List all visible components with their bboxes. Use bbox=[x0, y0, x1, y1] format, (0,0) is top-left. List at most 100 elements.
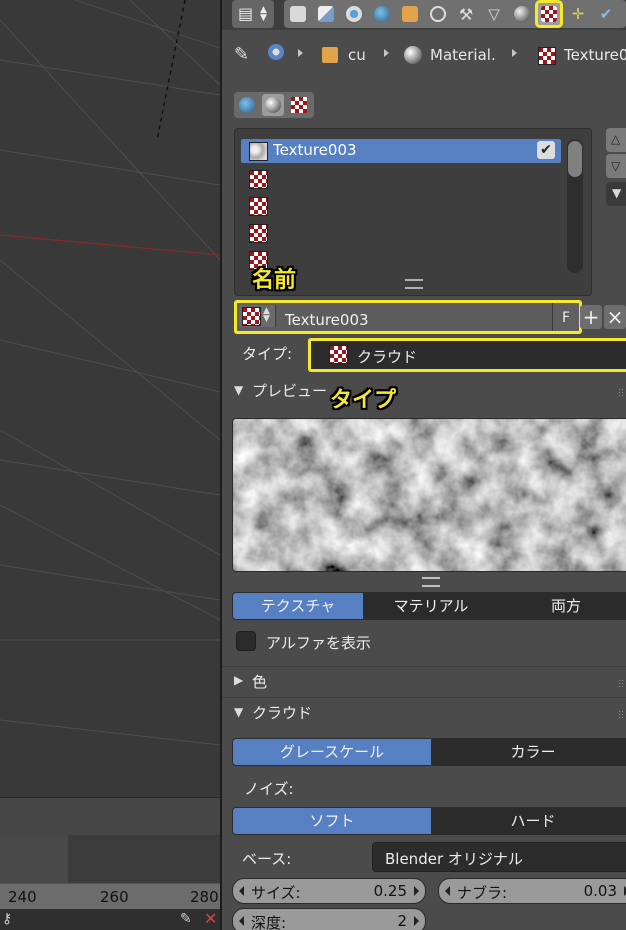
tab-particles[interactable]: ✛ bbox=[567, 2, 589, 26]
depth-label: 深度: bbox=[251, 914, 287, 930]
breadcrumb-object[interactable]: cu bbox=[348, 46, 366, 64]
breadcrumb: ✎ cu Material. Texture0 bbox=[222, 38, 626, 72]
color-panel-header[interactable]: ▶ 色 bbox=[222, 666, 626, 695]
texture-name-field[interactable]: ▲ ▼ Texture003 F bbox=[234, 300, 582, 334]
tab-constraints[interactable] bbox=[427, 2, 449, 26]
tick-label: 260 bbox=[100, 888, 129, 906]
grayscale-toggle[interactable]: グレースケール bbox=[232, 738, 432, 766]
texture-checker-icon bbox=[249, 197, 268, 216]
clouds-panel-header[interactable]: ▼ クラウド bbox=[222, 697, 626, 726]
material-sphere-icon bbox=[404, 46, 422, 64]
decrement-arrow-icon[interactable] bbox=[239, 886, 244, 896]
size-field[interactable]: サイズ: 0.25 bbox=[232, 878, 426, 904]
cube-icon bbox=[402, 6, 418, 22]
world-context-button[interactable] bbox=[236, 94, 258, 116]
list-resize-grip[interactable] bbox=[405, 279, 423, 289]
texture-checker-icon bbox=[538, 47, 556, 65]
move-slot-up-button[interactable]: △ bbox=[606, 128, 626, 152]
nabla-value: 0.03 bbox=[583, 882, 617, 900]
tab-modifiers[interactable]: ⚒ bbox=[455, 2, 477, 26]
editor-type-selector[interactable]: ▤ ▲ ▼ bbox=[232, 0, 274, 28]
color-title: 色 bbox=[252, 673, 268, 691]
texture-name-value[interactable]: Texture003 bbox=[285, 311, 369, 329]
increment-arrow-icon[interactable] bbox=[414, 916, 419, 926]
move-slot-down-button[interactable]: ▽ bbox=[606, 154, 626, 178]
list-item[interactable] bbox=[241, 194, 561, 218]
list-item[interactable] bbox=[241, 167, 561, 191]
cloud-noise-preview bbox=[233, 419, 626, 571]
expand-arrow-icon: ▶ bbox=[234, 673, 244, 687]
tab-render-layers[interactable] bbox=[315, 2, 337, 26]
preview-tab-both[interactable]: 両方 bbox=[498, 592, 626, 620]
unlink-texture-button[interactable]: × bbox=[604, 305, 626, 329]
up-arrow-icon: △ bbox=[611, 132, 621, 146]
tab-world[interactable] bbox=[371, 2, 393, 26]
breadcrumb-material[interactable]: Material. bbox=[430, 46, 496, 64]
preview-panel-header[interactable]: ▼ プレビュー bbox=[222, 376, 626, 404]
3d-viewport[interactable] bbox=[0, 0, 220, 797]
nabla-field[interactable]: ナブラ: 0.03 bbox=[438, 878, 626, 904]
basis-label: ベース: bbox=[242, 850, 292, 868]
keyframe-icon[interactable]: ✎ bbox=[180, 911, 192, 927]
preview-tab-texture[interactable]: テクスチャ bbox=[232, 592, 364, 620]
slot-enable-checkbox[interactable]: ✔ bbox=[537, 141, 555, 159]
annotation-type: タイプ bbox=[330, 388, 397, 413]
layers-icon bbox=[318, 6, 334, 22]
mesh-data-icon: ▽ bbox=[488, 5, 500, 23]
texture-browse-button[interactable]: ▲ ▼ bbox=[239, 305, 276, 327]
tab-object[interactable] bbox=[399, 2, 421, 26]
timeline-cell bbox=[22, 835, 71, 883]
material-sphere-icon bbox=[514, 6, 530, 22]
timeline-header bbox=[0, 797, 220, 836]
camera-icon bbox=[290, 6, 306, 22]
collapse-arrow-icon: ▼ bbox=[234, 705, 244, 719]
wrench-icon: ⚒ bbox=[458, 4, 474, 24]
tab-scene[interactable] bbox=[343, 2, 365, 26]
scrollbar-thumb[interactable] bbox=[568, 141, 582, 177]
key-icon[interactable]: ⚷ bbox=[2, 911, 12, 927]
texture-checker-icon bbox=[541, 6, 557, 22]
tab-data[interactable]: ▽ bbox=[483, 2, 505, 26]
decrement-arrow-icon[interactable] bbox=[445, 886, 450, 896]
tab-material[interactable] bbox=[511, 2, 533, 26]
drag-grip-icon[interactable] bbox=[618, 388, 624, 396]
tab-texture[interactable] bbox=[535, 0, 563, 28]
list-item[interactable]: Texture003 ✔ bbox=[241, 139, 561, 163]
list-scrollbar[interactable] bbox=[567, 139, 583, 273]
world-icon bbox=[239, 97, 255, 113]
material-sphere-icon bbox=[265, 97, 281, 113]
color-toggle[interactable]: カラー bbox=[432, 738, 626, 766]
texture-type-value: クラウド bbox=[357, 348, 418, 366]
slot-menu-button[interactable]: ▼ bbox=[606, 182, 626, 206]
pin-icon[interactable]: ✎ bbox=[234, 44, 249, 65]
drag-grip-icon[interactable] bbox=[618, 710, 624, 718]
decrement-arrow-icon[interactable] bbox=[239, 916, 244, 926]
drag-grip-icon[interactable] bbox=[618, 679, 624, 687]
noise-basis-select[interactable]: Blender オリジナル bbox=[372, 842, 626, 872]
preview-tab-material[interactable]: マテリアル bbox=[364, 592, 498, 620]
tab-physics[interactable]: ✔ bbox=[595, 2, 617, 26]
increment-arrow-icon[interactable] bbox=[414, 886, 419, 896]
cube-icon bbox=[322, 47, 338, 63]
texture-context-buttons bbox=[234, 92, 314, 118]
timeline-ruler[interactable]: 240 260 280 bbox=[0, 883, 220, 911]
texture-checker-icon bbox=[291, 97, 307, 113]
slot-label: Texture003 bbox=[273, 141, 357, 159]
new-texture-button[interactable]: + bbox=[580, 305, 602, 329]
breadcrumb-texture[interactable]: Texture0 bbox=[564, 46, 626, 64]
soft-noise-toggle[interactable]: ソフト bbox=[232, 807, 432, 835]
tab-render[interactable] bbox=[287, 2, 309, 26]
fake-user-button[interactable]: F bbox=[552, 303, 579, 331]
other-context-button[interactable] bbox=[288, 94, 310, 116]
list-item[interactable] bbox=[241, 221, 561, 245]
hard-noise-toggle[interactable]: ハード bbox=[432, 807, 626, 835]
texture-type-select[interactable]: クラウド bbox=[308, 338, 626, 372]
remove-keyframe-icon[interactable]: ✕ bbox=[204, 909, 217, 928]
clouds-title: クラウド bbox=[252, 704, 313, 722]
chain-icon bbox=[430, 6, 446, 22]
properties-panel: ▤ ▲ ▼ ⚒ ▽ ✛ ✔ ✎ cu Material. Texture0 Te… bbox=[222, 0, 626, 930]
depth-field[interactable]: 深度: 2 bbox=[232, 908, 426, 930]
preview-resize-grip[interactable] bbox=[422, 577, 440, 587]
material-context-button[interactable] bbox=[262, 94, 284, 116]
show-alpha-checkbox[interactable] bbox=[236, 631, 256, 651]
